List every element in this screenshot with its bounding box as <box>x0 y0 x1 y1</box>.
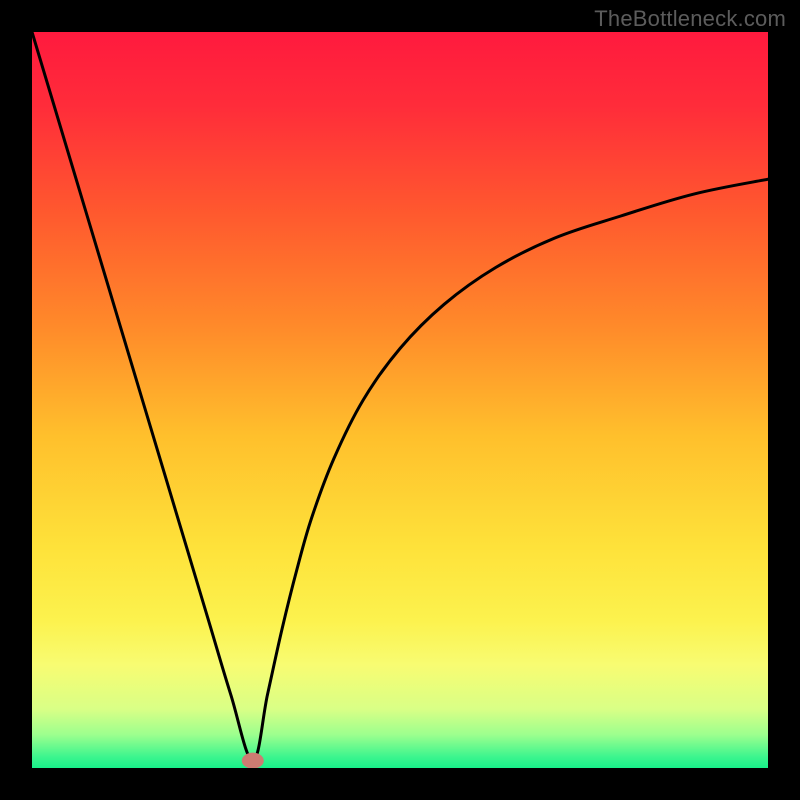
plot-svg <box>32 32 768 768</box>
watermark-text: TheBottleneck.com <box>594 6 786 32</box>
plot-area <box>32 32 768 768</box>
chart-frame: TheBottleneck.com <box>0 0 800 800</box>
optimum-marker <box>242 753 264 768</box>
